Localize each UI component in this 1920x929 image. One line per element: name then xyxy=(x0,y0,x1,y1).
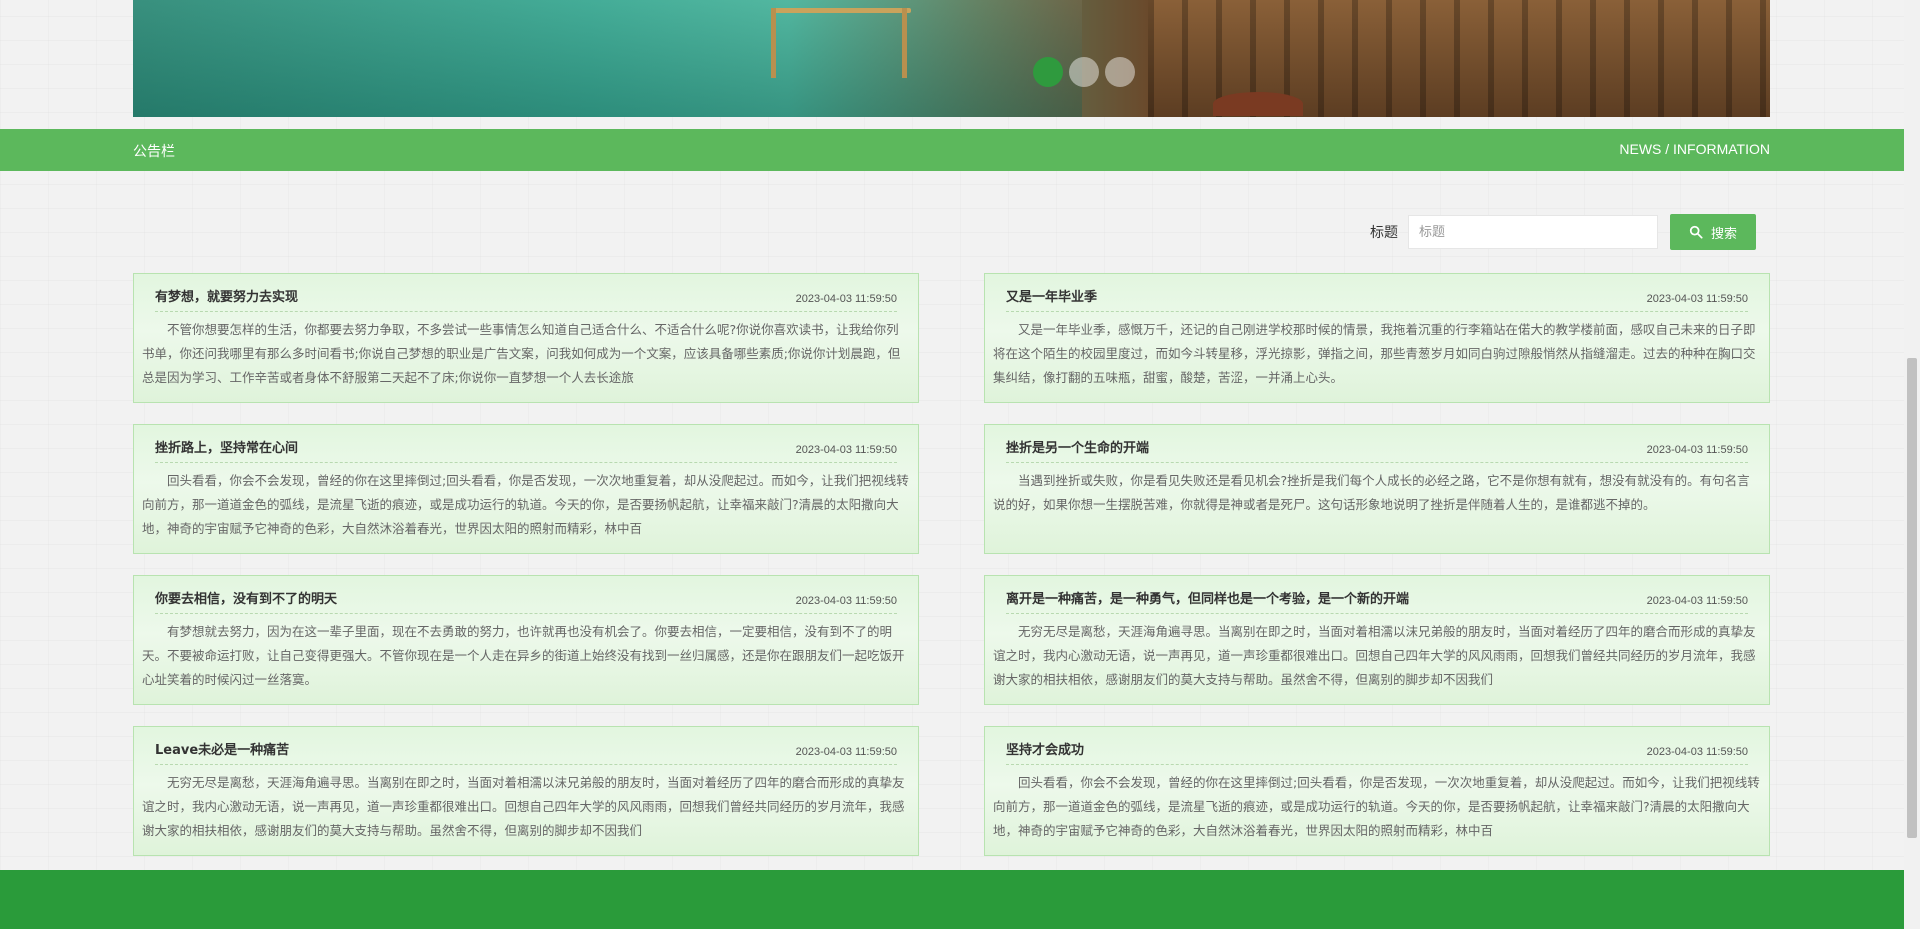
notice-time: 2023-04-03 11:59:50 xyxy=(1646,595,1748,607)
vertical-scrollbar[interactable] xyxy=(1904,0,1920,929)
notice-time: 2023-04-03 11:59:50 xyxy=(795,595,897,607)
notice-title[interactable]: 又是一年毕业季 xyxy=(1006,286,1097,305)
notice-list: 有梦想，就要努力去实现 2023-04-03 11:59:50 不管你想要怎样的生活… xyxy=(133,273,1770,856)
carousel-dot[interactable] xyxy=(1033,57,1063,87)
notice-card-header: 挫折路上，坚持常在心间 2023-04-03 11:59:50 xyxy=(155,425,897,463)
notice-card[interactable]: 坚持才会成功 2023-04-03 11:59:50 回头看看，你会不会发现，曾经的… xyxy=(984,726,1770,856)
search-input[interactable] xyxy=(1408,215,1658,249)
notice-time: 2023-04-03 11:59:50 xyxy=(1646,746,1748,758)
banner-image-post xyxy=(902,8,908,78)
notice-content: 回头看看，你会不会发现，曾经的你在这里摔倒过;回头看看，你是否发现，一次次地重复… xyxy=(993,775,1760,838)
notice-title[interactable]: Leave未必是一种痛苦 xyxy=(155,739,289,758)
page: 公告栏 NEWS / INFORMATION 标题 搜索 有梦想，就要努力去实现… xyxy=(0,0,1904,929)
notice-card[interactable]: 有梦想，就要努力去实现 2023-04-03 11:59:50 不管你想要怎样的生活… xyxy=(133,273,919,403)
scrollbar-thumb[interactable] xyxy=(1907,358,1917,838)
carousel-indicators xyxy=(1033,57,1135,87)
banner-image-boat xyxy=(1213,92,1304,116)
notice-bar-subtitle: NEWS / INFORMATION xyxy=(1619,141,1770,157)
notice-time: 2023-04-03 11:59:50 xyxy=(1646,444,1748,456)
search-button-label: 搜索 xyxy=(1710,226,1737,242)
notice-content: 不管你想要怎样的生活，你都要去努力争取，不多尝试一些事情怎么知道自己适合什么、不… xyxy=(142,322,901,385)
notice-content: 有梦想就去努力，因为在这一辈子里面，现在不去勇敢的努力，也许就再也没有机会了。你… xyxy=(142,624,905,687)
notice-title[interactable]: 有梦想，就要努力去实现 xyxy=(155,286,298,305)
notice-card[interactable]: 挫折是另一个生命的开端 2023-04-03 11:59:50 当遇到挫折或失败，你… xyxy=(984,424,1770,554)
search-label: 标题 xyxy=(1370,225,1398,241)
footer xyxy=(0,870,1904,929)
notice-time: 2023-04-03 11:59:50 xyxy=(1646,293,1748,305)
notice-card[interactable]: 挫折路上，坚持常在心间 2023-04-03 11:59:50 回头看看，你会不会发… xyxy=(133,424,919,554)
banner-image-rail xyxy=(771,8,912,13)
notice-content: 当遇到挫折或失败，你是看见失败还是看见机会?挫折是我们每个人成长的必经之路，它不… xyxy=(993,473,1750,512)
notice-card-header: 离开是一种痛苦，是一种勇气，但同样也是一个考验，是一个新的开端 2023-04-0… xyxy=(1006,576,1748,614)
carousel-dot[interactable] xyxy=(1105,57,1135,87)
notice-card-header: Leave未必是一种痛苦 2023-04-03 11:59:50 xyxy=(155,727,897,765)
search-icon xyxy=(1689,225,1703,239)
notice-title[interactable]: 离开是一种痛苦，是一种勇气，但同样也是一个考验，是一个新的开端 xyxy=(1006,588,1409,607)
notice-card-header: 坚持才会成功 2023-04-03 11:59:50 xyxy=(1006,727,1748,765)
notice-title[interactable]: 坚持才会成功 xyxy=(1006,739,1084,758)
notice-time: 2023-04-03 11:59:50 xyxy=(795,293,897,305)
notice-card[interactable]: 你要去相信，没有到不了的明天 2023-04-03 11:59:50 有梦想就去努力… xyxy=(133,575,919,705)
notice-card[interactable]: 离开是一种痛苦，是一种勇气，但同样也是一个考验，是一个新的开端 2023-04-0… xyxy=(984,575,1770,705)
notice-time: 2023-04-03 11:59:50 xyxy=(795,444,897,456)
notice-title[interactable]: 挫折是另一个生命的开端 xyxy=(1006,437,1149,456)
notice-content: 无穷无尽是离愁，天涯海角遍寻思。当离别在即之时，当面对着相濡以沫兄弟般的朋友时，… xyxy=(993,624,1756,687)
notice-bar-title: 公告栏 xyxy=(133,144,175,160)
notice-card-header: 你要去相信，没有到不了的明天 2023-04-03 11:59:50 xyxy=(155,576,897,614)
notice-time: 2023-04-03 11:59:50 xyxy=(795,746,897,758)
search-button[interactable]: 搜索 xyxy=(1670,214,1756,250)
notice-content: 又是一年毕业季，感慨万千，还记的自己刚进学校那时候的情景，我拖着沉重的行李箱站在… xyxy=(993,322,1756,385)
carousel-dot[interactable] xyxy=(1069,57,1099,87)
notice-card[interactable]: Leave未必是一种痛苦 2023-04-03 11:59:50 无穷无尽是离愁，天… xyxy=(133,726,919,856)
search-form: 标题 搜索 xyxy=(1370,214,1756,250)
notice-content: 回头看看，你会不会发现，曾经的你在这里摔倒过;回头看看，你是否发现，一次次地重复… xyxy=(142,473,909,536)
notice-card-header: 又是一年毕业季 2023-04-03 11:59:50 xyxy=(1006,274,1748,312)
notice-title[interactable]: 挫折路上，坚持常在心间 xyxy=(155,437,298,456)
notice-card[interactable]: 又是一年毕业季 2023-04-03 11:59:50 又是一年毕业季，感慨万千，还… xyxy=(984,273,1770,403)
notice-card-header: 挫折是另一个生命的开端 2023-04-03 11:59:50 xyxy=(1006,425,1748,463)
notice-bar: 公告栏 NEWS / INFORMATION xyxy=(0,129,1904,171)
notice-title[interactable]: 你要去相信，没有到不了的明天 xyxy=(155,588,337,607)
notice-content: 无穷无尽是离愁，天涯海角遍寻思。当离别在即之时，当面对着相濡以沫兄弟般的朋友时，… xyxy=(142,775,905,838)
carousel-banner[interactable] xyxy=(133,0,1770,117)
banner-image-post xyxy=(771,8,777,78)
banner-image-water xyxy=(133,0,1083,117)
notice-card-header: 有梦想，就要努力去实现 2023-04-03 11:59:50 xyxy=(155,274,897,312)
